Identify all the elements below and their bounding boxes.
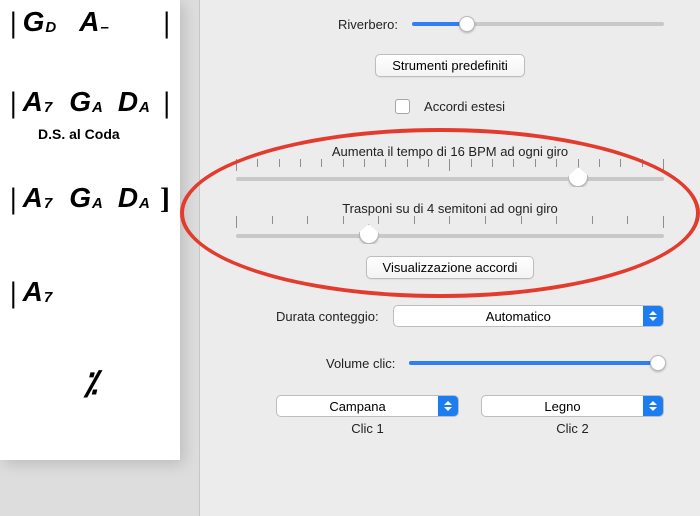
- transpose-slider[interactable]: [236, 216, 664, 254]
- count-duration-select[interactable]: Automatico: [393, 305, 664, 327]
- chord: GA: [69, 86, 102, 118]
- chord: GD: [23, 6, 56, 38]
- tempo-increase-slider[interactable]: [236, 159, 664, 197]
- click1-select[interactable]: Campana: [276, 395, 459, 417]
- barline: |: [10, 184, 17, 214]
- chord: A7: [23, 276, 52, 308]
- barline: |: [10, 8, 17, 38]
- reverb-label: Riverbero:: [338, 17, 398, 32]
- click-volume-label: Volume clic:: [326, 356, 395, 371]
- ds-al-coda-marker: D.S. al Coda: [38, 126, 120, 142]
- chord: A7: [23, 182, 52, 214]
- settings-panel: Riverbero: Strumenti predefiniti Accordi…: [200, 0, 700, 516]
- chevrons-icon: [438, 396, 458, 416]
- click2-value: Legno: [492, 399, 633, 414]
- click1-caption: Clic 1: [276, 417, 459, 436]
- chord-sheet: | GD A– | D.S. al Coda | A7 GA DA | | A7…: [0, 0, 180, 460]
- chord-view-button[interactable]: Visualizzazione accordi: [366, 256, 535, 279]
- chevrons-icon: [643, 396, 663, 416]
- count-duration-label: Durata conteggio:: [276, 309, 379, 324]
- barline: |: [163, 88, 170, 118]
- click-volume-slider[interactable]: [409, 353, 664, 373]
- barline: |: [10, 278, 17, 308]
- extended-chords-checkbox[interactable]: [395, 99, 410, 114]
- chord: A–: [79, 6, 108, 38]
- default-instruments-button[interactable]: Strumenti predefiniti: [375, 54, 525, 77]
- reverb-slider[interactable]: [412, 14, 664, 34]
- end-bracket: ]: [160, 184, 170, 214]
- transpose-label: Trasponi su di 4 semitoni ad ogni giro: [236, 201, 664, 216]
- chord: DA: [118, 86, 149, 118]
- chord: GA: [69, 182, 102, 214]
- barline: |: [163, 8, 170, 38]
- chord: A7: [23, 86, 52, 118]
- count-duration-value: Automatico: [404, 309, 633, 324]
- tempo-increase-label: Aumenta il tempo di 16 BPM ad ogni giro: [236, 144, 664, 159]
- chord: DA: [118, 182, 149, 214]
- repeat-symbol: ⁒: [83, 364, 97, 402]
- extended-chords-label: Accordi estesi: [424, 99, 505, 114]
- click2-select[interactable]: Legno: [481, 395, 664, 417]
- click1-value: Campana: [287, 399, 428, 414]
- click2-caption: Clic 2: [481, 417, 664, 436]
- barline: |: [10, 88, 17, 118]
- chevrons-icon: [643, 306, 663, 326]
